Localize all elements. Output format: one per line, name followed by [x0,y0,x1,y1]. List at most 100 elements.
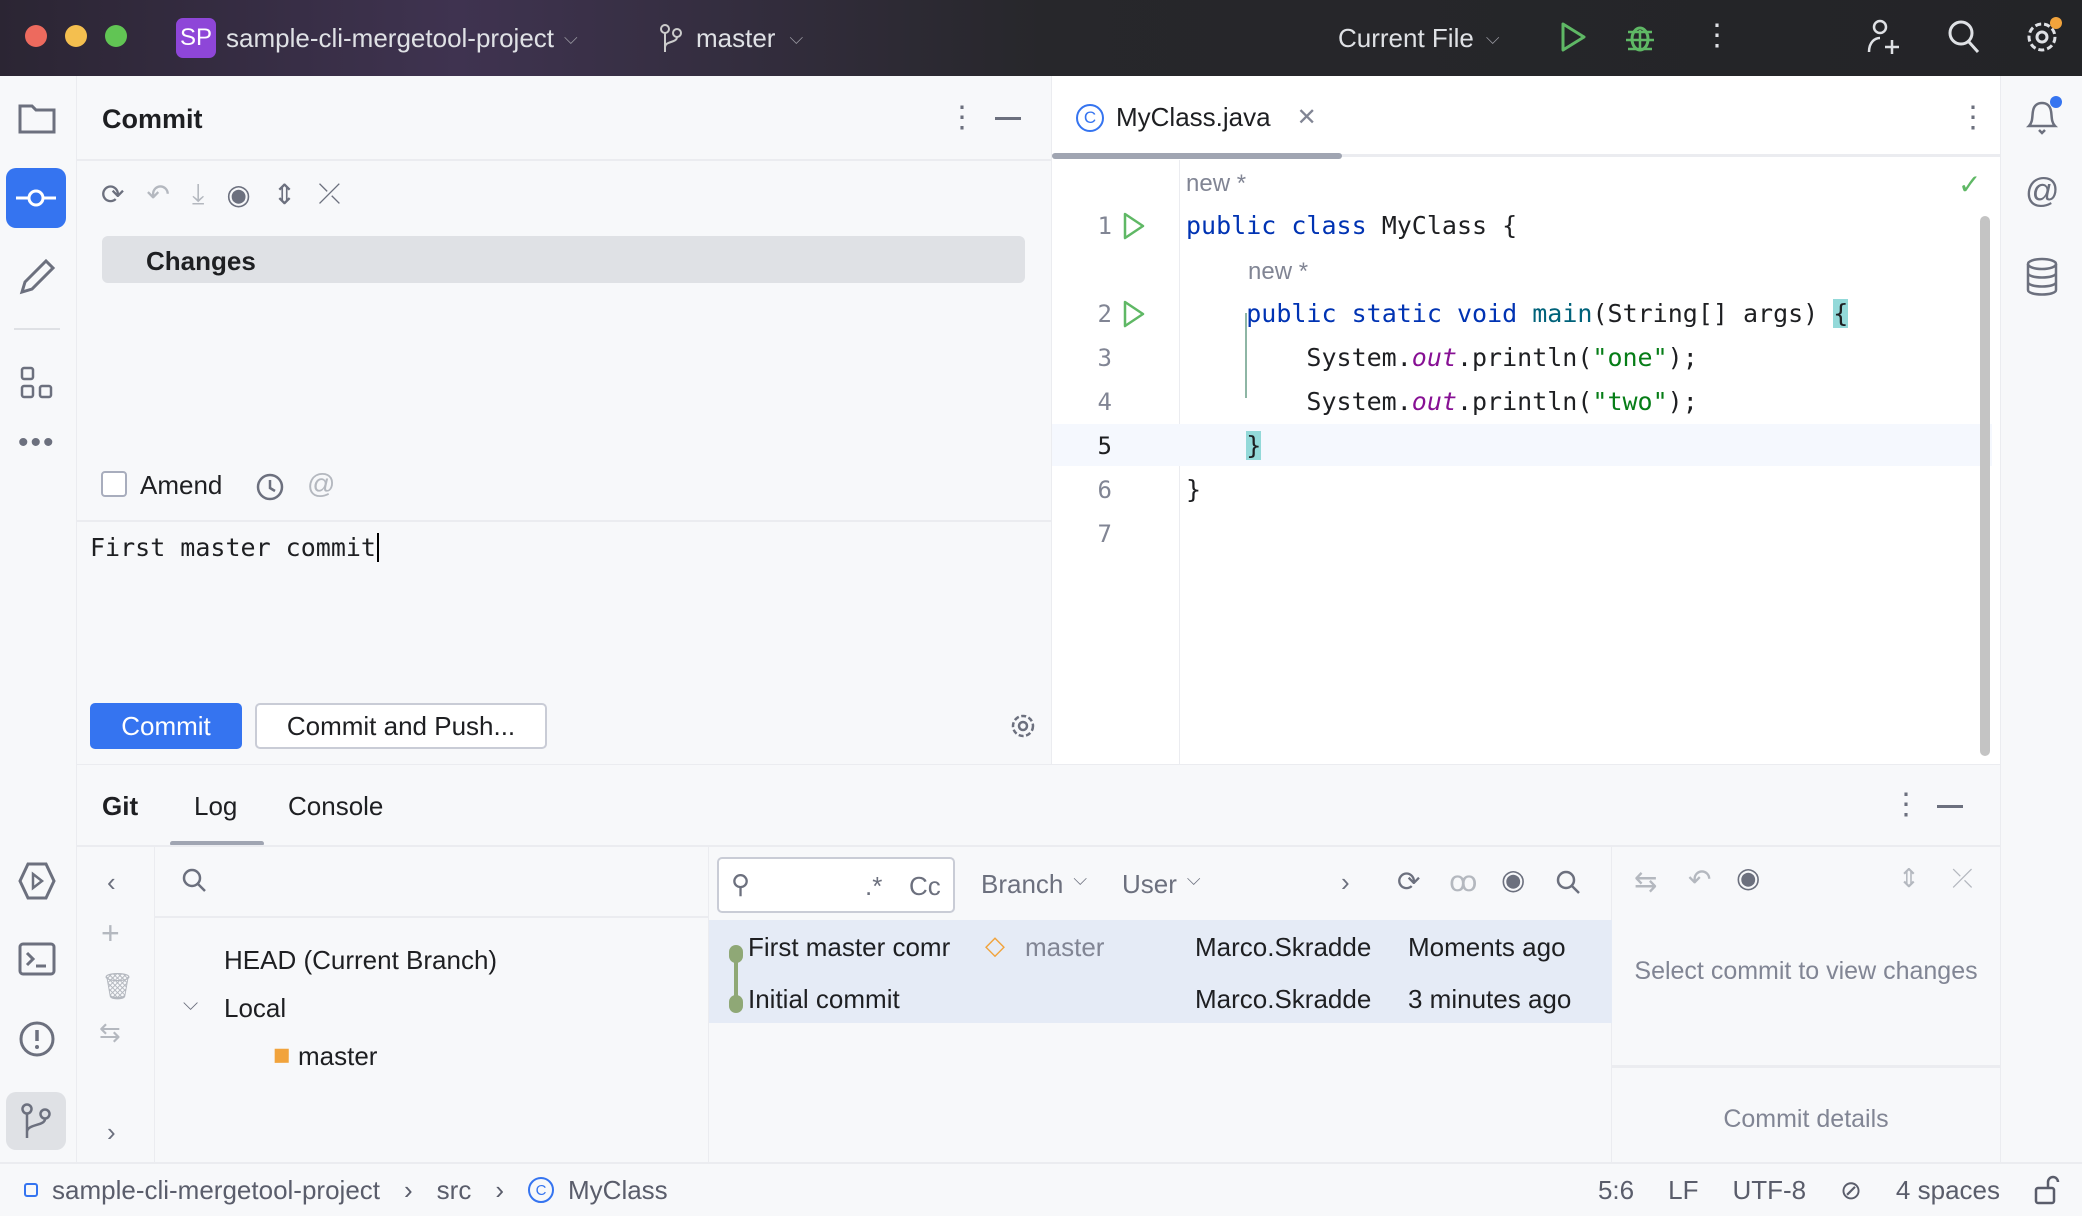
pencil-icon[interactable] [18,256,56,296]
collapse-left-icon[interactable]: ‹ [107,867,116,898]
more-filters-icon[interactable]: › [1341,867,1350,898]
search-icon[interactable] [1946,18,1982,56]
commit-tool-button[interactable] [6,168,66,228]
close-tab-icon[interactable]: ✕ [1297,103,1317,132]
minimize-window-button[interactable] [65,25,87,47]
database-icon[interactable] [2025,257,2059,296]
ai-assistant-icon[interactable]: @ [2025,172,2060,211]
branch-selector[interactable]: master ⌵ [660,18,803,58]
module-icon [24,1183,38,1197]
code-vision-hint[interactable]: new * [1248,258,1308,286]
branch-filter[interactable]: Branch ⌵ [981,869,1087,900]
code-line-5[interactable]: } [1186,431,1262,460]
chevron-down-icon[interactable]: ⌵ [183,993,198,1016]
commit-button[interactable]: Commit [90,703,242,749]
settings-icon[interactable] [2024,16,2064,56]
commit-log: ⚲ .* Cc Branch ⌵ User ⌵ › ⟳ ꝏ ◉ First mast… [709,847,1612,1163]
ai-disabled-icon[interactable]: ⊘ [1840,1175,1862,1206]
expand-all-icon[interactable]: ⇕ [1898,863,1920,894]
changes-node[interactable]: Changes [102,236,1025,283]
view-options-icon[interactable]: ◉ [1736,861,1760,894]
commit-panel: Commit ⋮ ⟳ ↶ ⤓ ◉ ⇕ ⤫ Changes Amend @ Fir… [77,76,1052,764]
cherry-pick-icon[interactable]: ꝏ [1449,865,1478,898]
caret-position[interactable]: 5:6 [1598,1175,1634,1206]
project-folder-icon[interactable] [18,102,56,134]
compare-icon[interactable]: ⇆ [99,1017,121,1048]
more-icon[interactable]: ⋮ [947,100,977,135]
line-number: 6 [1097,476,1112,504]
terminal-icon[interactable] [18,942,56,976]
vertical-scrollbar[interactable] [1980,216,1990,756]
view-options-icon[interactable]: ◉ [1501,863,1525,896]
run-gutter-icon[interactable] [1122,212,1146,240]
editor-tab[interactable]: C MyClass.java ✕ [1076,102,1317,133]
view-options-icon[interactable]: ◉ [226,178,250,211]
code-line-4[interactable]: System.out.println("two"); [1186,387,1697,416]
close-window-button[interactable] [25,25,47,47]
regex-toggle[interactable]: .* [865,871,882,902]
services-icon[interactable] [18,862,56,900]
log-search-input[interactable]: ⚲ .* Cc [717,857,955,913]
commit-options-gear-icon[interactable] [1009,712,1037,740]
tree-item-master[interactable]: master [298,1041,377,1072]
more-icon[interactable]: ⋮ [1891,787,1921,822]
zoom-window-button[interactable] [105,25,127,47]
divider [77,159,1052,161]
code-line-1[interactable]: public class MyClass { [1186,211,1517,240]
notifications-icon[interactable] [2023,96,2063,136]
commit-row[interactable]: First master comr ◇ master Marco.Skradde… [709,920,1612,972]
minimize-icon[interactable] [1937,805,1963,808]
refresh-icon[interactable]: ⟳ [101,178,124,211]
line-number: 2 [1097,300,1112,328]
structure-icon[interactable] [20,366,54,400]
compare-icon[interactable]: ⇆ [1634,865,1657,898]
tab-log[interactable]: Log [194,791,237,822]
collapse-all-icon[interactable]: ⤫ [1952,863,1973,895]
code-line-3[interactable]: System.out.println("one"); [1186,343,1697,372]
expand-all-icon[interactable]: ⇕ [273,178,296,211]
breadcrumb-item[interactable]: sample-cli-mergetool-project [52,1175,380,1206]
rollback-icon[interactable]: ↶ [1688,863,1711,896]
expand-right-icon[interactable]: › [107,1117,116,1148]
run-gutter-icon[interactable] [1122,300,1146,328]
history-icon[interactable] [255,472,285,502]
refresh-icon[interactable]: ⟳ [1397,865,1420,898]
problems-icon[interactable] [18,1020,56,1058]
unlock-icon[interactable] [2034,1175,2060,1205]
project-selector[interactable]: SP sample-cli-mergetool-project ⌵ [176,18,578,58]
ai-assistant-icon[interactable]: @ [307,468,335,500]
search-icon[interactable] [1555,869,1583,897]
more-tools-icon[interactable]: ••• [18,426,56,460]
commit-row[interactable]: Initial commit Marco.Skradde 3 minutes a… [709,972,1612,1024]
case-toggle[interactable]: Cc [909,871,941,902]
line-separator[interactable]: LF [1668,1175,1698,1206]
collapse-all-icon[interactable]: ⤫ [318,178,340,211]
chevron-down-icon: ⌵ [1073,869,1088,889]
delete-icon[interactable]: 🗑 [101,971,134,1002]
amend-checkbox[interactable] [101,471,127,497]
run-config-selector[interactable]: Current File ⌵ [1338,18,1499,58]
run-icon[interactable] [1560,22,1586,52]
shelve-icon[interactable]: ⤓ [192,178,204,211]
add-user-icon[interactable] [1866,18,1902,56]
code-line-2[interactable]: public static void main(String[] args) { [1186,299,1849,328]
indent-setting[interactable]: 4 spaces [1896,1175,2000,1206]
tree-item-local[interactable]: Local [224,993,286,1024]
file-encoding[interactable]: UTF-8 [1732,1175,1806,1206]
add-branch-icon[interactable]: + [101,915,120,952]
minimize-icon[interactable] [995,117,1021,120]
rollback-icon[interactable]: ↶ [146,178,169,211]
commit-and-push-button[interactable]: Commit and Push... [255,703,547,749]
code-vision-hint[interactable]: new * [1186,170,1246,198]
search-icon[interactable] [181,867,209,895]
more-icon[interactable]: ⋮ [1702,18,1732,53]
breadcrumb-item[interactable]: MyClass [568,1175,668,1206]
user-filter[interactable]: User ⌵ [1122,869,1201,900]
more-icon[interactable]: ⋮ [1958,100,1988,135]
debug-icon[interactable] [1624,20,1656,54]
git-tool-button[interactable] [6,1092,66,1150]
tree-item-head[interactable]: HEAD (Current Branch) [224,945,497,976]
tab-console[interactable]: Console [288,791,383,822]
code-line-6[interactable]: } [1186,475,1201,504]
breadcrumb-item[interactable]: src [437,1175,472,1206]
